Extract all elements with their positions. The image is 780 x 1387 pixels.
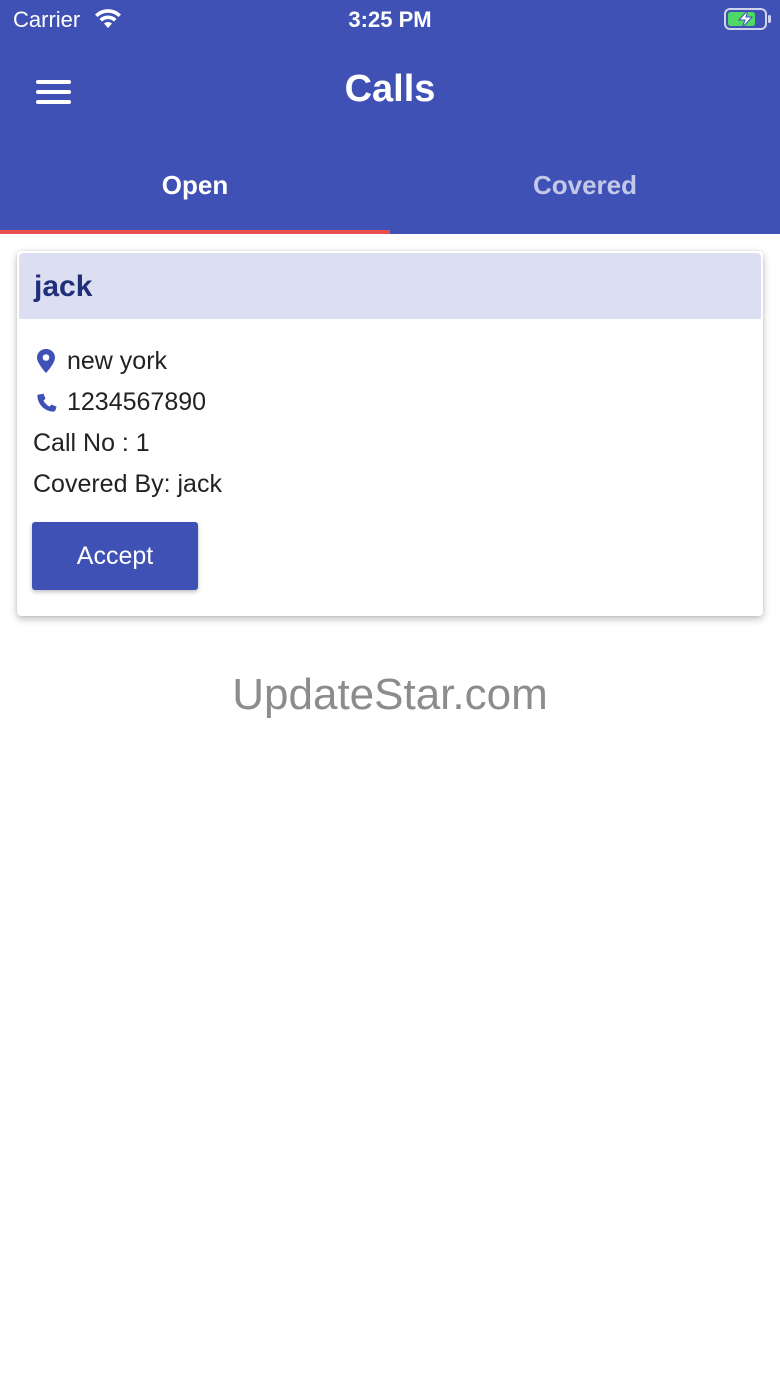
map-marker-icon bbox=[37, 349, 55, 373]
tab-open-label: Open bbox=[161, 170, 229, 200]
caller-name: jack bbox=[34, 270, 93, 303]
tab-covered-label: Covered bbox=[532, 170, 638, 200]
tab-active-indicator bbox=[0, 230, 390, 234]
watermark: UpdateStar.com bbox=[232, 670, 548, 719]
accept-button[interactable]: Accept bbox=[32, 522, 198, 590]
phone-text: 1234567890 bbox=[67, 388, 207, 416]
battery-charging-icon bbox=[724, 8, 771, 30]
app-bar: Carrier 3:25 PM Calls Open Covered bbox=[0, 0, 780, 234]
phone-icon bbox=[37, 393, 57, 412]
call-card: jack new york 1234567890 Call No : 1 Cov… bbox=[17, 251, 763, 616]
location-text: new york bbox=[67, 347, 168, 375]
status-bar: Carrier 3:25 PM bbox=[0, 0, 780, 40]
tab-covered[interactable]: Covered bbox=[390, 140, 780, 234]
covered-by-text: Covered By: jack bbox=[33, 470, 222, 498]
status-time: 3:25 PM bbox=[348, 7, 432, 32]
call-number-text: Call No : 1 bbox=[33, 429, 150, 457]
call-card-header: jack bbox=[19, 253, 761, 319]
tab-open[interactable]: Open bbox=[0, 140, 390, 234]
page-title: Calls bbox=[344, 68, 436, 110]
